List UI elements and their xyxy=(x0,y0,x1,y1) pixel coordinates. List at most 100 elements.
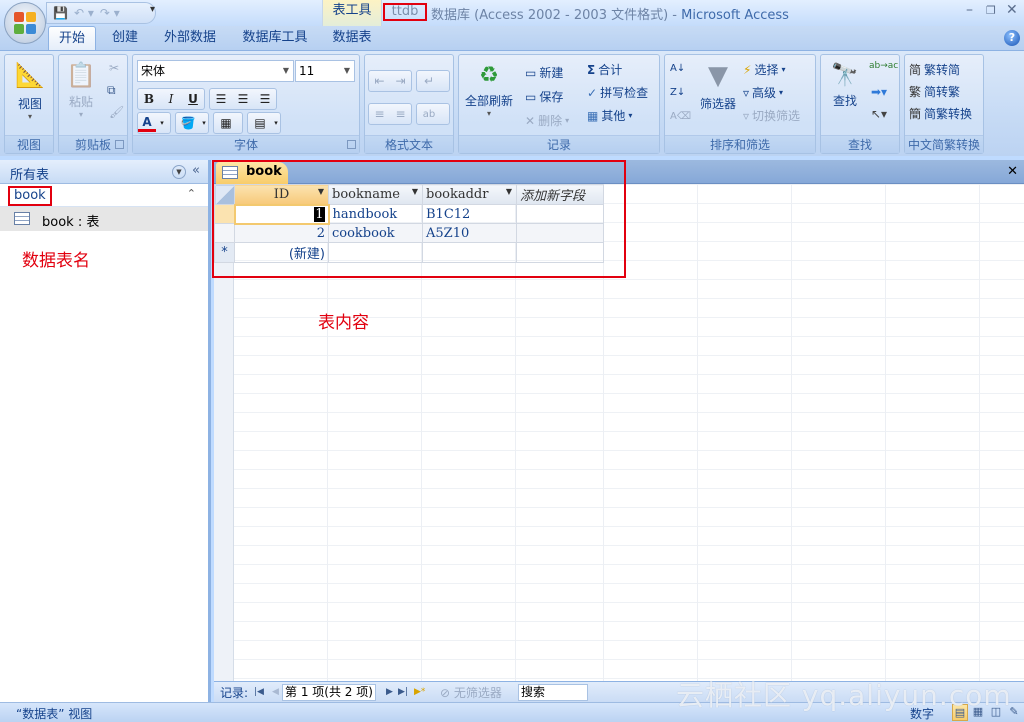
font-color-button[interactable]: A ▾ xyxy=(137,112,171,134)
find-button[interactable]: 🔭 查找 xyxy=(825,63,865,109)
ltr-button[interactable]: ↵ xyxy=(416,70,450,92)
tab-create[interactable]: 创建 xyxy=(104,26,146,50)
copy-icon[interactable]: ⧉ xyxy=(107,83,116,98)
table-row[interactable]: 2 cookbook A5Z10 xyxy=(214,223,604,243)
tab-database-tools[interactable]: 数据库工具 xyxy=(236,26,314,50)
no-filter-button[interactable]: ⊘ 无筛选器 xyxy=(440,684,502,701)
search-input[interactable]: 搜索 xyxy=(518,684,588,701)
refresh-all-button[interactable]: ♻ 全部刷新 ▾ xyxy=(461,63,517,118)
pivot-table-view-icon[interactable]: ▦ xyxy=(970,704,986,721)
save-icon[interactable]: 💾 xyxy=(53,6,68,20)
nav-pane-title[interactable]: 所有表 xyxy=(10,164,49,183)
cell-bookaddr[interactable]: A5Z10 xyxy=(422,223,517,243)
redo-icon[interactable]: ↷ ▾ xyxy=(100,6,120,20)
column-header-id[interactable]: ID ▼ xyxy=(234,184,329,205)
nav-menu-chevron-icon[interactable]: ▼ xyxy=(172,165,186,179)
sort-ascending-icon[interactable]: A↓ xyxy=(670,63,685,74)
underline-button[interactable]: U xyxy=(182,92,204,106)
row-selector[interactable] xyxy=(214,223,235,243)
column-dropdown-icon[interactable]: ▼ xyxy=(318,187,324,196)
convert-button[interactable]: 簡简繁转换 xyxy=(909,105,972,122)
new-record-row[interactable]: * (新建) xyxy=(214,242,604,263)
help-icon[interactable]: ? xyxy=(1004,30,1020,46)
bold-button[interactable]: B xyxy=(138,92,160,106)
undo-icon[interactable]: ↶ ▾ xyxy=(74,6,94,20)
replace-icon[interactable]: ab→ac xyxy=(869,61,898,71)
decrease-indent-icon[interactable]: ⇤ xyxy=(369,74,390,88)
collapse-group-icon[interactable]: ⌃ xyxy=(187,187,196,200)
tab-external-data[interactable]: 外部数据 xyxy=(158,26,222,50)
new-record-button[interactable]: ▭ 新建 xyxy=(525,64,563,81)
nav-item-book-table[interactable]: book : 表 xyxy=(0,207,208,231)
customize-qat-button[interactable]: ▾ xyxy=(150,4,155,15)
minimize-button[interactable]: – xyxy=(966,2,973,18)
more-button[interactable]: ▦ 其他 ▾ xyxy=(587,107,632,124)
advanced-button[interactable]: ▿ 高级 ▾ xyxy=(743,84,783,101)
totals-button[interactable]: Σ 合计 xyxy=(587,61,622,78)
cell-new-field[interactable] xyxy=(516,204,604,224)
save-record-button[interactable]: ▭ 保存 xyxy=(525,88,563,105)
cell-id[interactable]: 1 xyxy=(233,203,330,225)
cell-bookname[interactable] xyxy=(328,242,423,263)
cell-id[interactable]: 2 xyxy=(234,223,329,243)
cell-bookname[interactable]: handbook xyxy=(328,204,423,224)
dialog-launcher-icon[interactable] xyxy=(115,140,124,149)
toggle-filter-button[interactable]: ▿ 切换筛选 xyxy=(743,107,800,124)
cell-bookaddr[interactable] xyxy=(422,242,517,263)
gridlines-button[interactable]: ▦ xyxy=(213,112,243,134)
last-record-icon[interactable]: ▶| xyxy=(398,687,408,697)
close-document-icon[interactable]: ✕ xyxy=(1007,164,1018,179)
new-record-icon[interactable]: ▶* xyxy=(414,687,425,697)
alt-fill-button[interactable]: ▤ ▾ xyxy=(247,112,281,134)
column-header-bookaddr[interactable]: bookaddr ▼ xyxy=(422,184,517,205)
previous-record-icon[interactable]: ◀ xyxy=(272,687,279,697)
new-record-marker[interactable]: * xyxy=(214,242,235,263)
sort-descending-icon[interactable]: Z↓ xyxy=(670,87,685,98)
pivot-chart-view-icon[interactable]: ◫ xyxy=(988,704,1004,721)
spelling-button[interactable]: ✓ 拼写检查 xyxy=(587,84,648,101)
row-selector[interactable] xyxy=(214,204,235,224)
selection-button[interactable]: ⚡ 选择 ▾ xyxy=(743,61,785,78)
tab-datasheet[interactable]: 数据表 xyxy=(326,26,378,50)
tab-home[interactable]: 开始 xyxy=(48,26,96,50)
cell-new-field[interactable] xyxy=(516,223,604,243)
bullet-list-icon[interactable]: ≡ xyxy=(390,107,411,121)
column-header-add-field[interactable]: 添加新字段 xyxy=(516,184,604,205)
design-view-icon[interactable]: ✎ xyxy=(1006,704,1022,721)
column-dropdown-icon[interactable]: ▼ xyxy=(506,187,512,196)
first-record-icon[interactable]: |◀ xyxy=(254,687,264,697)
filter-button[interactable]: ▼ 筛选器 xyxy=(697,61,739,112)
font-family-select[interactable]: 宋体 ▼ xyxy=(137,60,294,82)
cell-new-field[interactable] xyxy=(516,242,604,263)
table-row[interactable]: 1 handbook B1C12 xyxy=(214,203,604,225)
clear-sort-icon[interactable]: A⌫ xyxy=(670,111,691,122)
trad-to-simp-button[interactable]: 简繁转简 xyxy=(909,61,960,78)
column-header-bookname[interactable]: bookname ▼ xyxy=(328,184,423,205)
delete-record-button[interactable]: ✕ 删除 ▾ xyxy=(525,112,569,129)
goto-icon[interactable]: ➡▾ xyxy=(871,85,887,99)
cell-bookaddr[interactable]: B1C12 xyxy=(422,204,517,224)
new-record-label[interactable]: (新建) xyxy=(234,242,329,263)
cut-icon[interactable]: ✂ xyxy=(109,61,119,75)
office-button[interactable] xyxy=(4,2,46,44)
column-dropdown-icon[interactable]: ▼ xyxy=(412,187,418,196)
nav-group-book[interactable]: book ⌃ xyxy=(0,184,208,207)
format-painter-icon[interactable]: 🖌 xyxy=(109,105,124,119)
align-right-icon[interactable]: ☰ xyxy=(254,92,276,106)
select-all-corner[interactable] xyxy=(214,184,235,205)
numbered-list-icon[interactable]: ≡ xyxy=(369,107,390,121)
font-size-select[interactable]: 11 ▼ xyxy=(295,60,355,82)
simp-to-trad-button[interactable]: 繁简转繁 xyxy=(909,83,960,100)
next-record-icon[interactable]: ▶ xyxy=(386,687,393,697)
select-pointer-icon[interactable]: ↖▾ xyxy=(871,107,887,121)
datasheet-view-icon[interactable]: ▤ xyxy=(952,704,968,721)
document-tab-book[interactable]: book xyxy=(216,162,288,184)
align-left-icon[interactable]: ☰ xyxy=(210,92,232,106)
cell-bookname[interactable]: cookbook xyxy=(328,223,423,243)
paste-button[interactable]: 📋 粘贴 ▾ xyxy=(63,61,99,119)
italic-button[interactable]: I xyxy=(160,92,182,106)
fill-color-button[interactable]: 🪣 ▾ xyxy=(175,112,209,134)
highlight-button[interactable]: ab xyxy=(416,103,450,125)
collapse-pane-icon[interactable]: « xyxy=(192,163,200,178)
view-button[interactable]: 📐 视图 ▾ xyxy=(9,61,51,121)
